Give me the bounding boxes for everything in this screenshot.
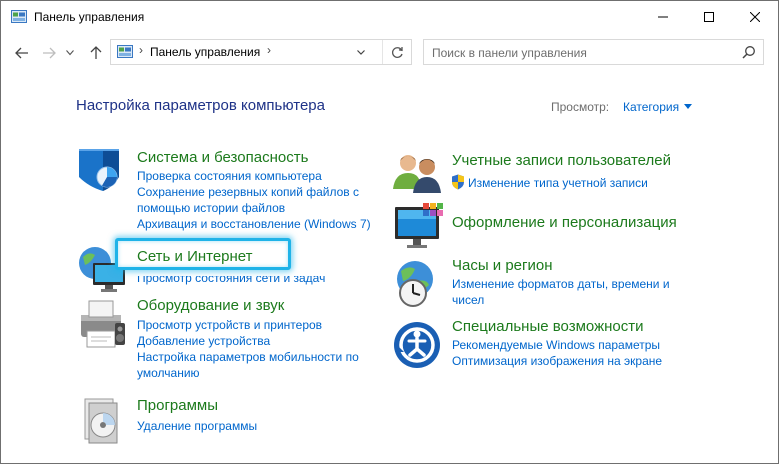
- breadcrumb-separator[interactable]: ›: [139, 43, 143, 57]
- category-ease-of-access[interactable]: Специальные возможности: [452, 318, 644, 335]
- title-bar: Панель управления: [1, 1, 778, 33]
- forward-button[interactable]: [38, 42, 60, 64]
- refresh-button[interactable]: [382, 40, 412, 64]
- control-panel-icon: [11, 10, 27, 23]
- link-devices-printers[interactable]: Просмотр устройств и принтеров: [137, 318, 322, 332]
- category-clock-region[interactable]: Часы и регион: [452, 257, 553, 274]
- window-title: Панель управления: [34, 10, 145, 24]
- link-mobility-settings[interactable]: Настройка параметров мобильности по: [137, 350, 359, 364]
- link-network-status[interactable]: Просмотр состояния сети и задач: [137, 276, 325, 285]
- arrow-up-icon: [90, 46, 102, 59]
- programs-disc-icon[interactable]: [75, 393, 131, 449]
- link-uninstall-program[interactable]: Удаление программы: [137, 419, 257, 433]
- link-optimize-display[interactable]: Оптимизация изображения на экране: [452, 354, 662, 368]
- refresh-icon: [391, 46, 403, 58]
- search-placeholder: Поиск в панели управления: [432, 46, 587, 60]
- monitor-palette-icon[interactable]: [391, 201, 447, 257]
- category-programs[interactable]: Программы: [137, 397, 218, 414]
- link-mobility-settings-default[interactable]: умолчанию: [137, 366, 200, 380]
- chevron-down-icon[interactable]: [355, 46, 367, 58]
- control-panel-icon: [117, 45, 133, 58]
- link-backup-restore-win7[interactable]: Архивация и восстановление (Windows 7): [137, 217, 371, 231]
- page-title: Настройка параметров компьютера: [76, 97, 325, 114]
- link-change-number-formats[interactable]: чисел: [452, 293, 484, 307]
- link-check-computer-status[interactable]: Проверка состояния компьютера: [137, 169, 322, 183]
- category-network-internet[interactable]: Сеть и Интернет: [137, 248, 253, 265]
- address-bar[interactable]: › Панель управления ›: [110, 39, 412, 65]
- category-system-security[interactable]: Система и безопасность: [137, 149, 308, 166]
- breadcrumb-separator[interactable]: ›: [267, 43, 271, 57]
- chevron-down-icon: [66, 50, 74, 56]
- view-by-dropdown[interactable]: Категория: [623, 100, 679, 114]
- link-file-history[interactable]: помощью истории файлов: [137, 201, 285, 215]
- shield-icon[interactable]: [75, 147, 131, 203]
- category-appearance-personalization[interactable]: Оформление и персонализация: [452, 214, 677, 231]
- link-change-account-type[interactable]: Изменение типа учетной записи: [468, 176, 648, 190]
- back-button[interactable]: [11, 42, 33, 64]
- breadcrumb-control-panel[interactable]: Панель управления: [150, 45, 260, 59]
- up-button[interactable]: [85, 42, 107, 64]
- close-button[interactable]: [732, 1, 778, 33]
- link-save-backup-copies[interactable]: Сохранение резервных копий файлов с: [137, 185, 359, 199]
- arrow-left-icon: [15, 47, 28, 59]
- link-add-device[interactable]: Добавление устройства: [137, 334, 270, 348]
- close-icon: [750, 12, 760, 22]
- minimize-button[interactable]: [640, 1, 686, 33]
- uac-shield-icon: [452, 174, 464, 190]
- category-hardware-sound[interactable]: Оборудование и звук: [137, 297, 284, 314]
- printer-icon[interactable]: [75, 297, 131, 353]
- ease-of-access-icon[interactable]: [391, 317, 447, 373]
- arrow-right-icon: [43, 47, 56, 59]
- control-panel-window: Панель управления › Панель управления ›: [0, 0, 779, 464]
- clock-globe-icon[interactable]: [391, 257, 447, 313]
- search-icon[interactable]: [742, 45, 756, 59]
- minimize-icon: [658, 16, 668, 18]
- link-change-date-formats[interactable]: Изменение форматов даты, времени и: [452, 277, 670, 291]
- recent-locations-button[interactable]: [63, 42, 77, 64]
- category-user-accounts[interactable]: Учетные записи пользователей: [452, 152, 671, 169]
- users-icon[interactable]: [391, 149, 447, 205]
- maximize-icon: [704, 12, 714, 22]
- view-by-label: Просмотр:: [551, 100, 610, 114]
- search-input[interactable]: Поиск в панели управления: [423, 39, 764, 65]
- caret-down-icon[interactable]: [684, 104, 692, 109]
- maximize-button[interactable]: [686, 1, 732, 33]
- link-recommended-settings[interactable]: Рекомендуемые Windows параметры: [452, 338, 660, 352]
